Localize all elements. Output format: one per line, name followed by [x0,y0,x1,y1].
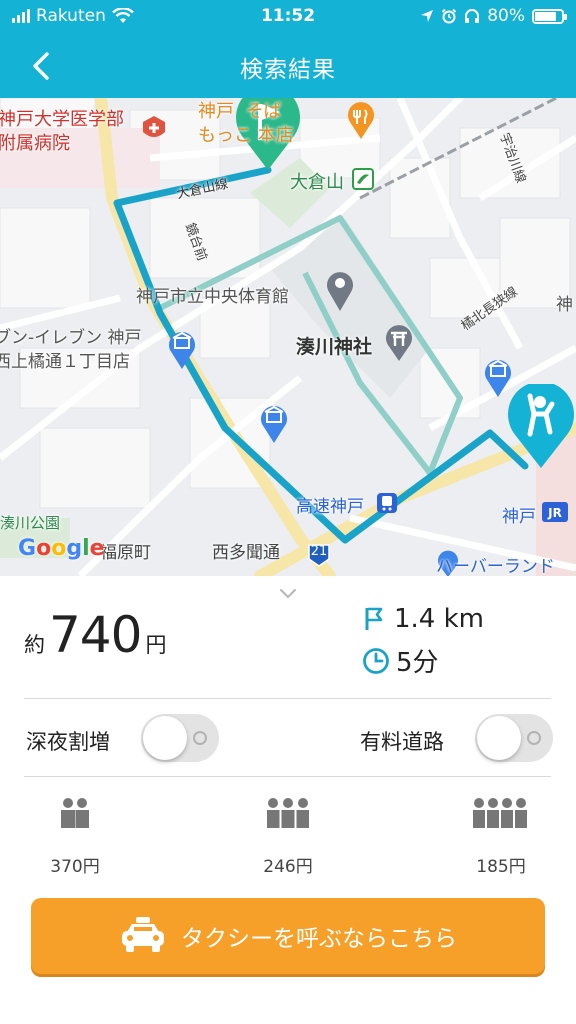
map-label-okurayama: 大倉山 [290,172,344,193]
divider [24,776,551,777]
gym-pin-icon [327,272,353,311]
fare-prefix: 約 [24,633,45,657]
map-label-restaurant: 神戸 そば もっこ 本店 [198,101,294,146]
fare-unit: 円 [145,633,167,657]
battery-icon [532,8,567,24]
toggle-knob [477,716,521,760]
map-label-nishitamon: 西多聞通 [212,543,280,563]
chevron-down-icon[interactable] [278,586,298,600]
two-people-icon [61,798,89,828]
station-icon [352,168,374,190]
call-taxi-button[interactable]: タクシーを呼ぶならこちら [31,898,545,974]
split-fare-2: 370円 [0,796,150,877]
split-fare-3: 246円 [213,796,363,877]
store-pin-icon-2 [261,405,287,443]
page-title: 検索結果 [240,57,336,83]
taxi-icon [122,917,164,952]
distance-value: 1.4 km [394,604,484,634]
toggle-off-icon [527,731,541,745]
split-price: 185円 [476,857,526,877]
divider [24,698,551,699]
jr-icon: JR [542,502,568,522]
toll-road-label: 有料道路 [360,730,444,754]
app-header: Rakuten 11:52 80% 検索結果 [0,0,576,98]
result-panel: 約 740 円 1.4 km 5分 深夜割増 有料道路 370円 246円 18… [0,576,576,1024]
nav-bar: 検索結果 [0,34,576,98]
shrine-icon [386,325,412,361]
headphones-icon [465,9,480,23]
route-map[interactable]: JR 21 神戸大学医学部 附属病院 神戸 そば もっこ 本店 大倉山 大倉山線… [0,98,576,576]
four-people-icon [473,798,527,828]
late-night-toggle[interactable] [141,714,219,762]
toll-road-toggle[interactable] [475,714,553,762]
clock-icon [363,647,389,674]
map-label-minatogawa: 湊川神社 [296,336,373,358]
duration-stat: 5分 [362,642,439,679]
map-label-harborland: ハーバーランド [436,557,555,576]
map-label-kobe-edge: 神 [556,295,573,315]
map-label-kobe: 神戸 [502,507,536,527]
call-taxi-label: タクシーを呼ぶならこちら [181,926,457,952]
late-night-label: 深夜割増 [26,730,110,754]
map-label-fukuhara: 福原町 [100,543,151,563]
split-price: 370円 [50,857,100,877]
location-arrow-icon [421,10,434,22]
hospital-icon [143,116,165,137]
split-fare-4: 185円 [426,796,576,877]
start-person-pin-icon[interactable] [506,384,576,470]
google-logo: Google [18,536,105,561]
map-label-hospital: 神戸大学医学部 附属病院 [0,109,124,154]
svg-text:JR: JR [547,506,562,520]
map-label-gymnasium: 神戸市立中央体育館 [136,287,289,307]
map-label-kosoku-kobe: 高速神戸 [296,497,364,517]
battery-percent: 80% [487,6,525,26]
flag-icon [365,607,383,630]
map-label-seven-eleven: ブン-イレブン 神戸 西上橘通１丁目店 [0,328,142,372]
split-price: 246円 [263,857,313,877]
fare-amount: 740 [49,606,142,664]
duration-value: 5分 [396,648,439,678]
fare-estimate: 約 740 円 [24,606,166,664]
toggle-knob [143,716,187,760]
train-icon [377,493,397,513]
status-bar: Rakuten 11:52 80% [0,0,576,34]
store-pin-icon [169,331,195,369]
three-people-icon [267,798,309,828]
map-label-park: 湊川公園 [0,514,61,532]
distance-stat: 1.4 km [362,604,484,634]
alarm-icon [441,8,457,24]
restaurant-icon [348,102,374,139]
toggle-off-icon [193,731,207,745]
route-21-label: 21 [310,544,328,559]
